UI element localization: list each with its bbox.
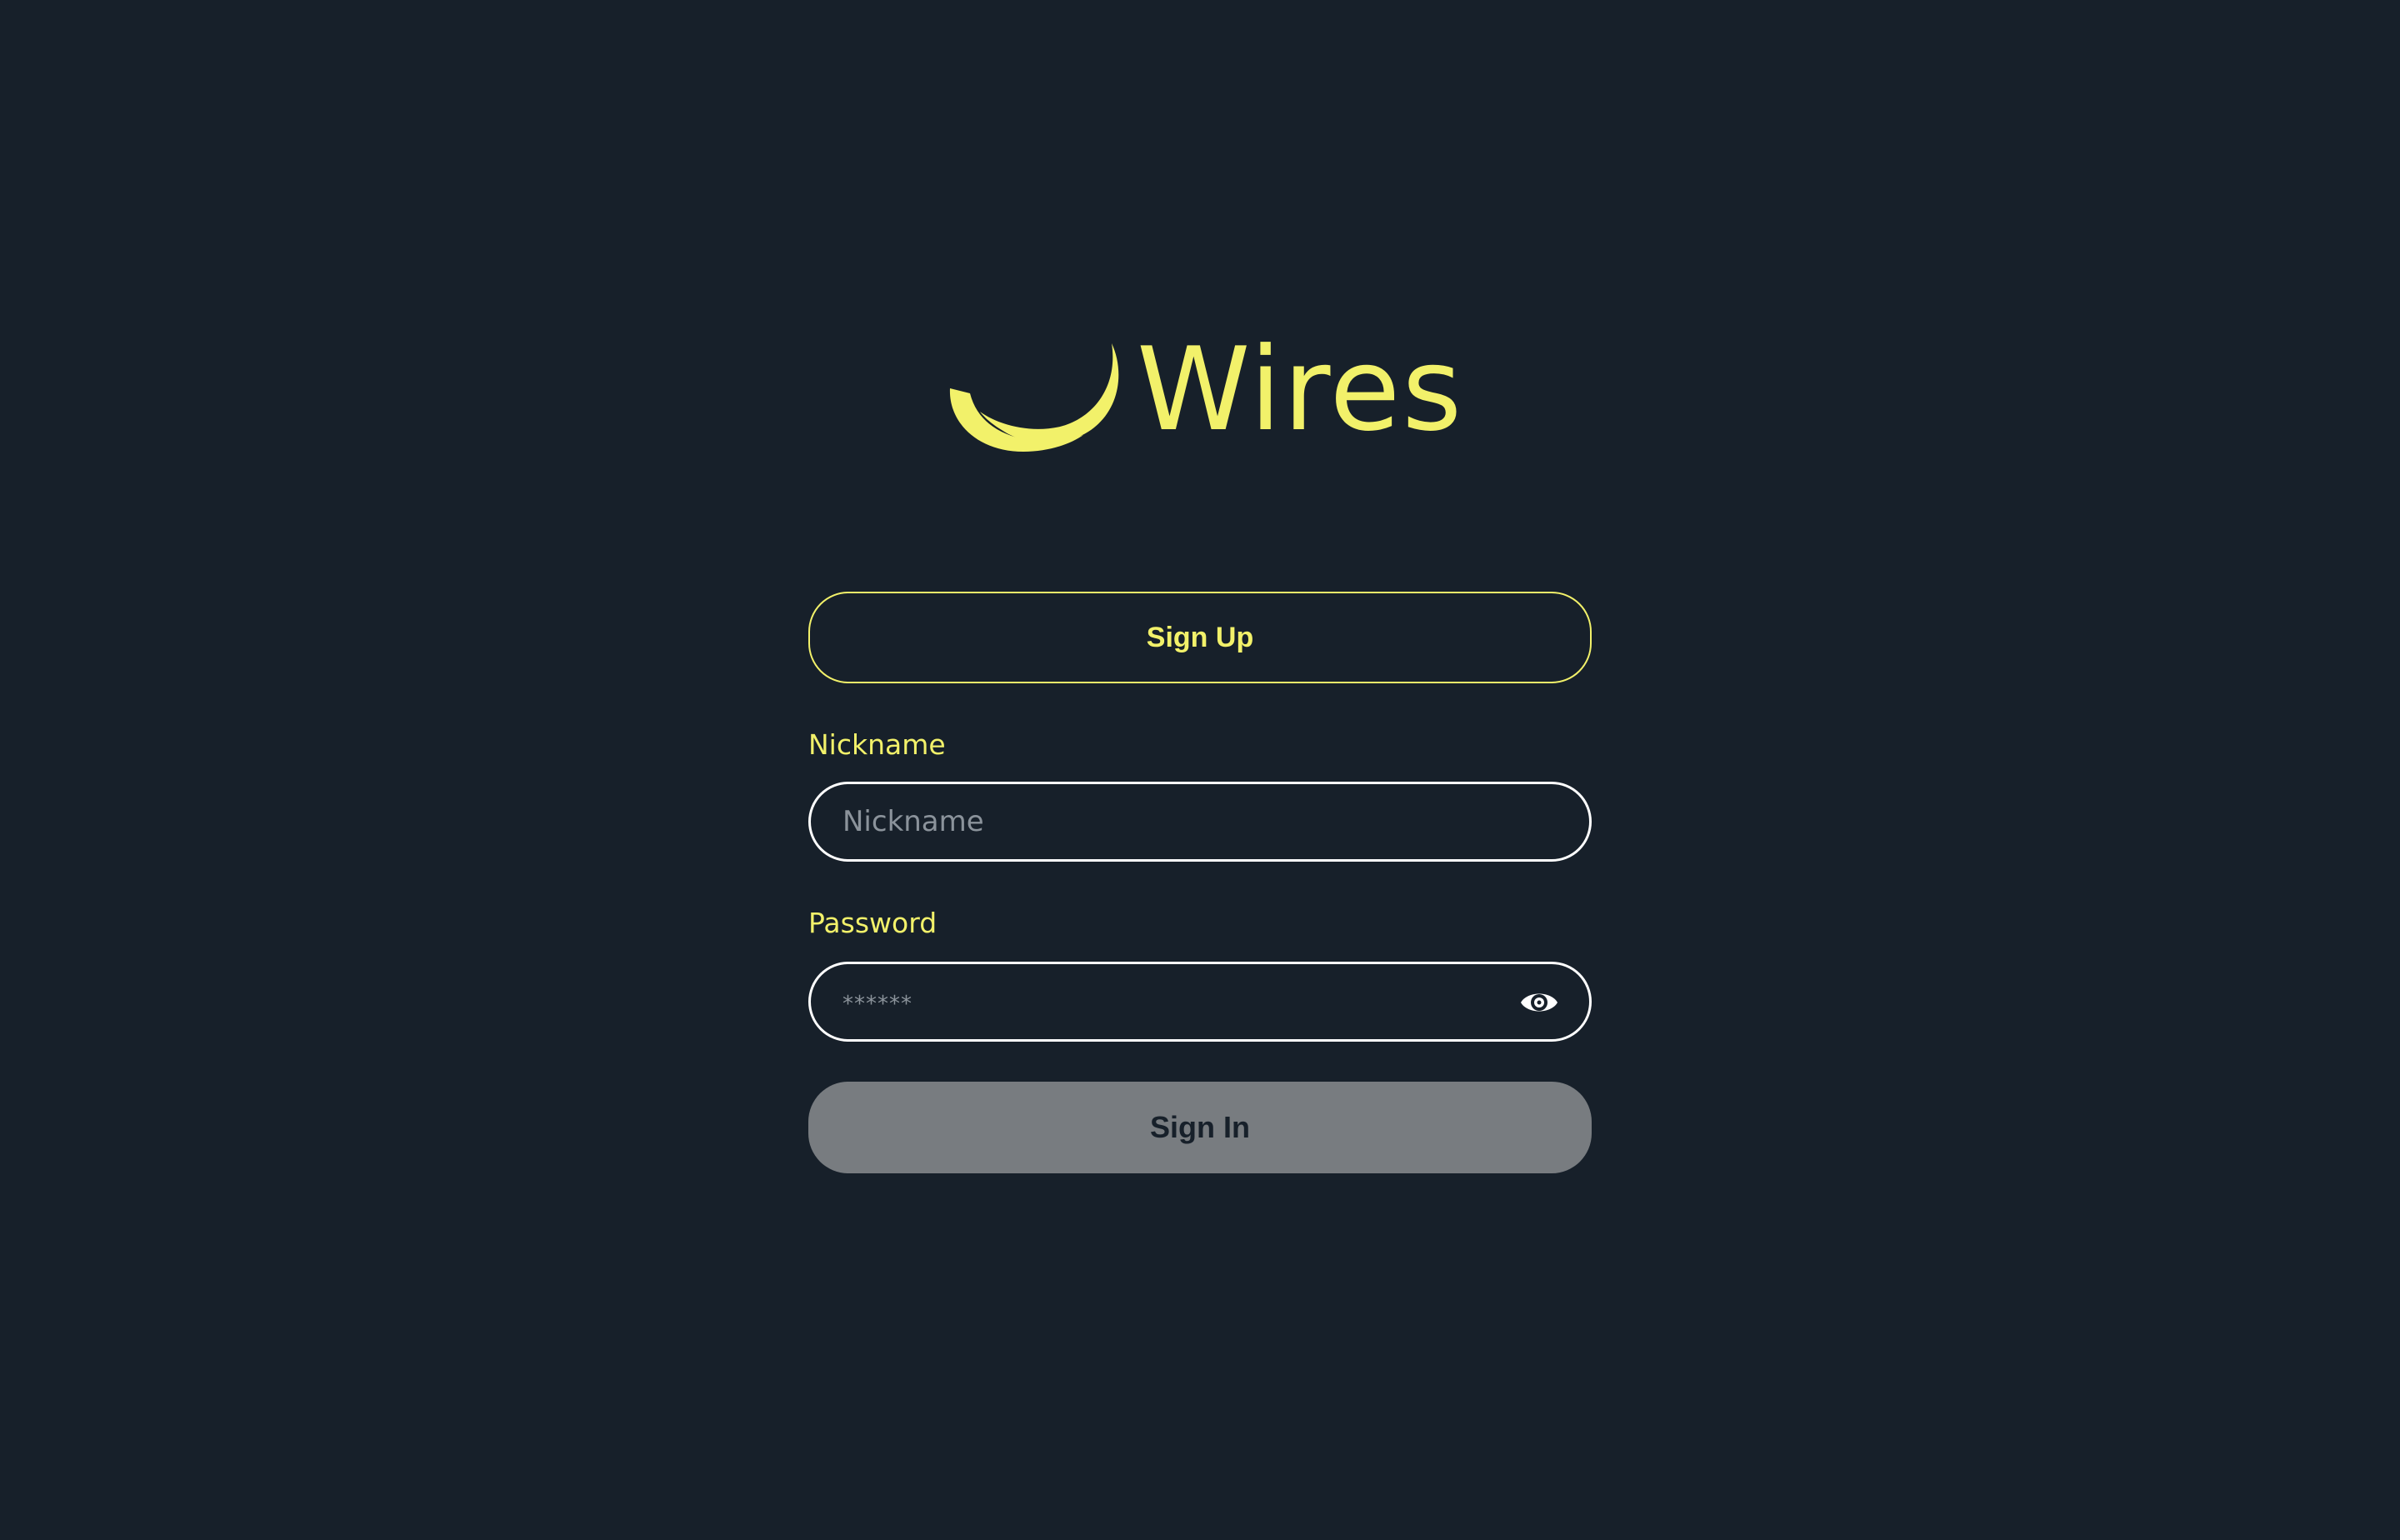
- sign-up-button[interactable]: Sign Up: [808, 592, 1592, 683]
- password-label: Password: [808, 907, 938, 939]
- brand-name: Wires: [1137, 322, 1464, 457]
- password-field[interactable]: [808, 962, 1592, 1042]
- nickname-label: Nickname: [808, 728, 946, 761]
- wires-logo: Wires: [947, 332, 1462, 455]
- eye-icon[interactable]: [1519, 986, 1559, 1019]
- nickname-field[interactable]: [808, 782, 1592, 862]
- password-input[interactable]: [842, 964, 1526, 1039]
- sign-in-button[interactable]: Sign In: [808, 1082, 1592, 1173]
- nickname-input[interactable]: [842, 784, 1526, 859]
